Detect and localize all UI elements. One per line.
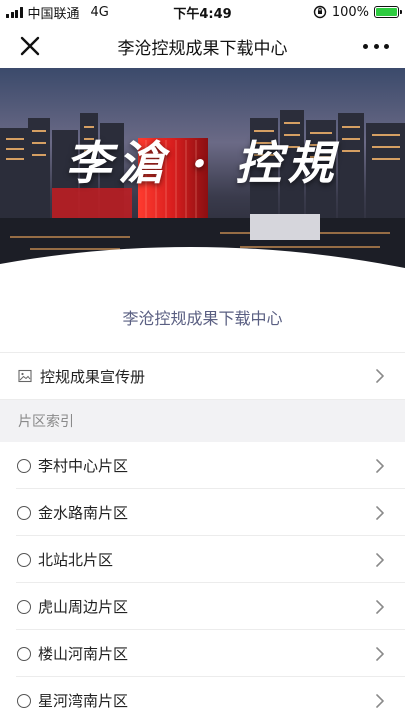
- list-item[interactable]: 北站北片区: [0, 536, 405, 583]
- more-icon[interactable]: [363, 34, 389, 58]
- image-icon: [18, 369, 32, 383]
- list-item[interactable]: 虎山周边片区: [0, 583, 405, 630]
- battery-percent: 100%: [331, 4, 369, 20]
- list-item[interactable]: 金水路南片区: [0, 489, 405, 536]
- chevron-right-icon: [376, 646, 384, 661]
- district-label: 楼山河南片区: [38, 645, 129, 663]
- status-bar: 中国联通 4G 下午4:49 100%: [0, 0, 405, 24]
- list-item[interactable]: 星河湾南片区: [0, 677, 405, 720]
- list-item[interactable]: 李村中心片区: [0, 442, 405, 489]
- circle-icon: [17, 505, 31, 520]
- circle-icon: [17, 693, 31, 708]
- list-item[interactable]: 楼山河南片区: [0, 630, 405, 677]
- status-right: 100%: [313, 4, 402, 20]
- district-label: 李村中心片区: [38, 457, 129, 475]
- district-label: 星河湾南片区: [38, 692, 129, 710]
- chevron-right-icon: [376, 458, 384, 473]
- nav-bar: 李沧控规成果下载中心: [0, 24, 405, 68]
- battery-fill: [376, 8, 397, 16]
- orientation-lock-icon: [313, 5, 327, 19]
- circle-icon: [17, 646, 31, 661]
- circle-icon: [17, 458, 31, 473]
- nav-title: 李沧控规成果下载中心: [117, 38, 288, 59]
- chevron-right-icon: [376, 369, 384, 383]
- circle-icon: [17, 599, 31, 614]
- district-label: 虎山周边片区: [38, 598, 129, 616]
- brochure-label: 控规成果宣传册: [40, 367, 146, 386]
- circle-icon: [17, 552, 31, 567]
- district-label: 北站北片区: [38, 551, 114, 569]
- banner-caption: 李滄 · 控規: [65, 136, 340, 190]
- chevron-right-icon: [376, 552, 384, 567]
- chevron-right-icon: [376, 693, 384, 708]
- battery-icon: [374, 6, 402, 18]
- district-label: 金水路南片区: [38, 504, 129, 522]
- brochure-row[interactable]: 控规成果宣传册: [0, 352, 405, 400]
- district-list: 李村中心片区 金水路南片区 北站北片区 虎山周边片区 楼山河南片区 星河湾南片区: [0, 442, 405, 720]
- chevron-right-icon: [376, 505, 384, 520]
- close-icon[interactable]: [18, 34, 42, 58]
- section-header: 片区索引: [18, 414, 74, 430]
- chevron-right-icon: [376, 599, 384, 614]
- banner-image: 李滄 · 控規: [0, 68, 405, 282]
- page-heading: 李沧控规成果下载中心: [0, 282, 405, 352]
